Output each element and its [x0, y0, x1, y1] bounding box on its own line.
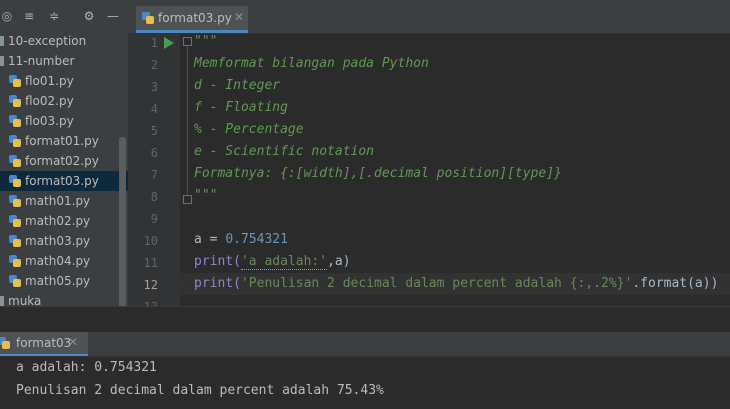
fold-end-icon[interactable] [183, 195, 192, 204]
fold-guide [187, 46, 188, 195]
folder-item[interactable]: 10-exception [0, 31, 128, 51]
tab-label: format03.py [158, 11, 232, 25]
project-toolbar: ◎ ≡ ≑ ⚙ — [0, 0, 128, 33]
python-file-icon [9, 155, 21, 167]
code-line-3: d - Integer [194, 78, 281, 93]
line-number: 1 [150, 36, 158, 50]
tree-item-label: flo03.py [25, 114, 74, 128]
code-line-12: print('Penulisan 2 decimal dalam percent… [194, 276, 718, 291]
panel-splitter[interactable] [0, 306, 730, 333]
line-number: 5 [150, 124, 158, 138]
file-item[interactable]: math03.py [0, 231, 128, 251]
python-file-icon [9, 215, 21, 227]
folder-icon [0, 296, 4, 306]
code-function: print( [194, 254, 241, 269]
code-line-10: a = 0.754321 [194, 232, 288, 247]
line-number: 7 [150, 168, 158, 182]
tree-item-label: flo01.py [25, 74, 74, 88]
file-item[interactable]: format01.py [0, 131, 128, 151]
code-line-4: f - Floating [194, 100, 288, 115]
python-file-icon [0, 337, 10, 349]
line-number: 9 [150, 212, 158, 226]
code-line-1: """ [194, 34, 218, 49]
python-file-icon [142, 12, 154, 24]
line-number: 10 [143, 234, 158, 248]
fold-icon[interactable] [183, 37, 192, 46]
tree-item-label: math01.py [25, 194, 91, 208]
run-console[interactable]: a adalah: 0.754321 Penulisan 2 decimal d… [0, 357, 730, 409]
code-line-8: """ [194, 188, 218, 203]
code-string: 'a adalah:' [240, 254, 328, 270]
line-number: 4 [150, 102, 158, 116]
run-tabbar: format03 ✕ [0, 332, 730, 357]
code-line-6: e - Scientific notation [194, 144, 375, 159]
tree-item-label: 10-exception [8, 34, 87, 48]
line-number: 11 [143, 256, 158, 270]
tree-item-label: flo02.py [25, 94, 74, 108]
project-scrollbar[interactable] [119, 137, 126, 320]
python-file-icon [9, 175, 21, 187]
python-file-icon [9, 115, 21, 127]
tree-item-label: math02.py [25, 214, 91, 228]
project-panel: ◎ ≡ ≑ ⚙ — 10-exception 11-number flo01.py f… [0, 0, 128, 332]
file-item[interactable]: format02.py [0, 151, 128, 171]
file-item[interactable]: math05.py [0, 271, 128, 291]
tree-item-label: format01.py [25, 134, 99, 148]
python-file-icon [9, 95, 21, 107]
hide-icon[interactable]: — [106, 9, 120, 23]
line-number: 2 [150, 58, 158, 72]
tree-item-label: math03.py [25, 234, 91, 248]
file-item[interactable]: flo03.py [0, 111, 128, 131]
line-number: 3 [150, 80, 158, 94]
file-item[interactable]: math02.py [0, 211, 128, 231]
run-tab-label: format03 [16, 336, 72, 350]
python-file-icon [9, 255, 21, 267]
run-icon[interactable] [164, 37, 174, 49]
code-args: ,a) [327, 254, 351, 269]
close-icon[interactable]: ✕ [234, 10, 244, 24]
code-line-7: Formatnya: {:[width],[.decimal position]… [194, 166, 562, 181]
gear-icon[interactable]: ⚙ [82, 9, 96, 23]
tree-item-label: format02.py [25, 154, 99, 168]
globe-icon[interactable]: ◎ [0, 9, 14, 23]
code-method: .format(a)) [632, 276, 719, 291]
file-item[interactable]: flo02.py [0, 91, 128, 111]
python-file-icon [9, 135, 21, 147]
code-line-2: Memformat bilangan pada Python [194, 56, 429, 71]
code-string: 'Penulisan 2 decimal dalam percent adala… [240, 276, 633, 291]
editor-tabbar: format03.py ✕ [128, 0, 730, 34]
python-file-icon [9, 75, 21, 87]
line-number: 12 [143, 278, 158, 292]
file-item[interactable]: math01.py [0, 191, 128, 211]
tree-item-label: 11-number [8, 54, 75, 68]
collapse-all-icon[interactable]: ≑ [47, 9, 61, 23]
folder-icon [0, 56, 4, 66]
tab-format03[interactable]: format03.py ✕ [136, 6, 248, 33]
code-function: print( [194, 276, 241, 291]
code-line-11: print('a adalah:',a) [194, 254, 351, 270]
folder-item[interactable]: 11-number [0, 51, 128, 71]
expand-all-icon[interactable]: ≡ [22, 9, 36, 23]
code-line-5: % - Percentage [194, 122, 304, 137]
tree-item-label: format03.py [25, 174, 99, 188]
file-item[interactable]: flo01.py [0, 71, 128, 91]
file-item[interactable]: format03.py [0, 171, 128, 191]
run-tab-format03[interactable]: format03 ✕ [0, 332, 88, 356]
folder-icon [0, 36, 4, 46]
code-assignment: a = [194, 232, 226, 247]
close-icon[interactable]: ✕ [68, 335, 78, 349]
code-number: 0.754321 [225, 232, 288, 247]
console-output-line: Penulisan 2 decimal dalam percent adalah… [16, 383, 384, 398]
line-number: 6 [150, 146, 158, 160]
tree-item-label: math04.py [25, 254, 91, 268]
python-file-icon [9, 275, 21, 287]
line-number: 8 [150, 190, 158, 204]
file-item[interactable]: math04.py [0, 251, 128, 271]
console-output-line: a adalah: 0.754321 [16, 360, 157, 375]
python-file-icon [9, 235, 21, 247]
tree-item-label: math05.py [25, 274, 91, 288]
python-file-icon [9, 195, 21, 207]
